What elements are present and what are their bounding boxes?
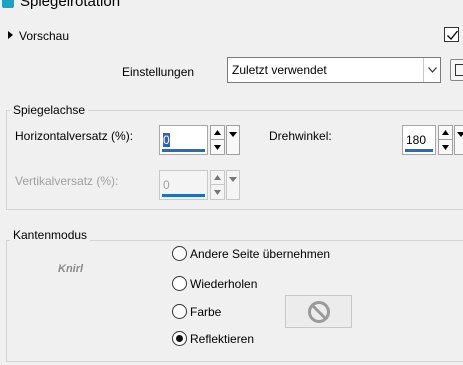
settings-dropdown[interactable]: Zuletzt verwendet xyxy=(227,57,441,83)
rotation-angle-input[interactable]: 180 xyxy=(402,125,436,155)
color-swatch-button[interactable] xyxy=(285,295,352,328)
vertical-offset-dropdown-button[interactable] xyxy=(226,170,240,200)
stepper-down-icon[interactable] xyxy=(211,140,224,154)
radio-color[interactable] xyxy=(172,304,187,319)
rotation-angle-stepper[interactable] xyxy=(438,125,453,155)
settings-value: Zuletzt verwendet xyxy=(232,63,327,77)
stepper-down-icon[interactable] xyxy=(211,185,224,199)
settings-label: Einstellungen xyxy=(122,65,195,79)
vertical-offset-label: Vertikalversatz (%): xyxy=(15,174,119,188)
window-title: Spiegelrotation xyxy=(20,0,121,10)
edge-mode-group-label: Kantenmodus xyxy=(10,228,91,242)
radio-other-side-label[interactable]: Andere Seite übernehmen xyxy=(190,247,330,261)
rotation-angle-dropdown-button[interactable] xyxy=(454,125,463,155)
radio-repeat-label[interactable]: Wiederholen xyxy=(190,277,257,291)
chevron-down-icon[interactable] xyxy=(423,58,440,82)
input-underline xyxy=(405,149,433,152)
triangle-down-icon xyxy=(229,132,237,137)
triangle-down-icon xyxy=(457,132,463,137)
radio-reflect-label[interactable]: Reflektieren xyxy=(190,332,254,346)
knirl-logo: Knirl xyxy=(58,263,84,275)
preview-label[interactable]: Vorschau xyxy=(19,29,69,43)
checkmark-icon xyxy=(447,30,459,40)
save-icon xyxy=(455,64,463,76)
stepper-up-icon[interactable] xyxy=(439,126,452,140)
radio-color-label[interactable]: Farbe xyxy=(190,305,221,319)
radio-reflect[interactable] xyxy=(172,331,187,346)
rotation-angle-label: Drehwinkel: xyxy=(269,129,332,143)
radio-selected-dot xyxy=(176,335,183,342)
radio-other-side[interactable] xyxy=(172,246,187,261)
app-icon xyxy=(2,0,14,8)
mirror-axis-group-label: Spiegelachse xyxy=(10,103,89,117)
preview-checkbox[interactable] xyxy=(444,27,459,42)
vertical-offset-value: 0 xyxy=(163,178,170,192)
horizontal-offset-label: Horizontalversatz (%): xyxy=(15,129,134,143)
no-symbol-icon xyxy=(307,300,330,323)
horizontal-offset-stepper[interactable] xyxy=(210,125,225,155)
stepper-up-icon[interactable] xyxy=(211,126,224,140)
stepper-up-icon[interactable] xyxy=(211,171,224,185)
horizontal-offset-dropdown-button[interactable] xyxy=(226,125,240,155)
horizontal-offset-value: 0 xyxy=(163,133,170,147)
triangle-down-icon xyxy=(229,177,237,182)
save-preset-button[interactable] xyxy=(450,59,463,81)
vertical-offset-input[interactable]: 0 xyxy=(159,170,208,200)
vertical-offset-stepper[interactable] xyxy=(210,170,225,200)
expand-triangle-icon[interactable] xyxy=(8,31,13,39)
rotation-angle-value: 180 xyxy=(406,133,427,147)
horizontal-offset-input[interactable]: 0 xyxy=(159,125,208,155)
radio-repeat[interactable] xyxy=(172,276,187,291)
stepper-down-icon[interactable] xyxy=(439,140,452,154)
input-underline xyxy=(162,194,205,197)
input-underline xyxy=(162,149,205,152)
